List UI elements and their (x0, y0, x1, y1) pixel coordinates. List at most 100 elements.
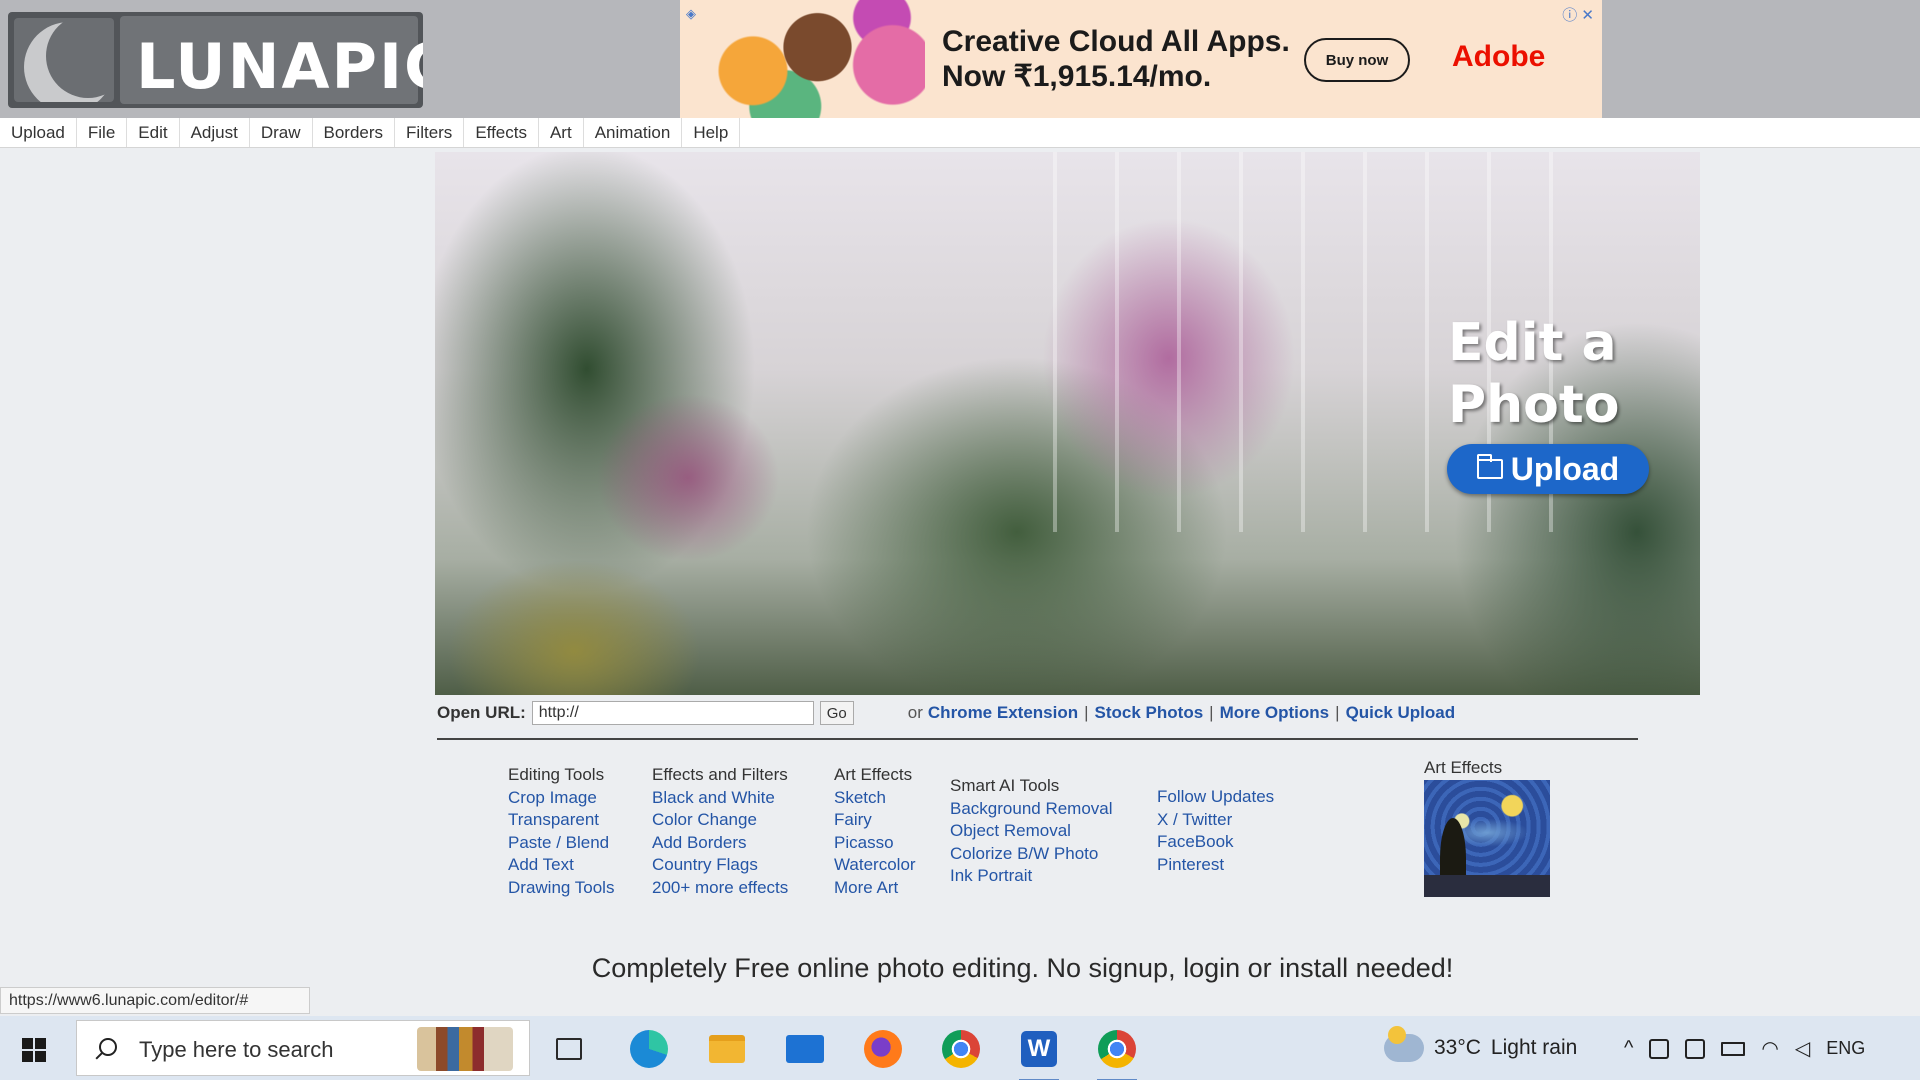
transparent-link[interactable]: Transparent (508, 809, 614, 832)
or-label: or (907, 703, 923, 722)
weather-widget[interactable]: 33°C Light rain (1384, 1026, 1578, 1062)
weather-description: Light rain (1490, 1036, 1578, 1059)
starry-night-thumbnail[interactable] (1424, 780, 1550, 897)
menu-draw[interactable]: Draw (250, 118, 313, 147)
meet-now-icon[interactable] (1649, 1038, 1670, 1059)
hero-image: Edit a Photo Upload (435, 152, 1700, 695)
search-highlight-image (417, 1027, 513, 1071)
volume-icon[interactable]: ◁ (1795, 1036, 1810, 1061)
taskbar-search-box[interactable]: Type here to search (76, 1020, 530, 1076)
color-change-link[interactable]: Color Change (652, 809, 788, 832)
ad-brand-logo: Adobe (1452, 40, 1546, 73)
mail-icon[interactable] (782, 1026, 828, 1072)
picasso-link[interactable]: Picasso (834, 832, 916, 855)
menu-help[interactable]: Help (682, 118, 741, 147)
open-url-label: Open URL: (437, 703, 526, 722)
menu-art[interactable]: Art (539, 118, 584, 147)
follow-updates-link[interactable]: Follow Updates (1157, 786, 1274, 809)
word-icon[interactable]: W (1016, 1026, 1062, 1080)
folder-icon (1476, 454, 1503, 479)
divider (437, 738, 1638, 740)
hero-title: Edit a Photo (1448, 313, 1620, 435)
top-header: LUNAPIC ◈ Creative Cloud All Apps. Now ₹… (0, 0, 1920, 118)
main-menu: Upload File Edit Adjust Draw Borders Fil… (0, 118, 1920, 148)
menu-edit[interactable]: Edit (127, 118, 180, 147)
art-effects-column: Art Effects Sketch Fairy Picasso Waterco… (834, 764, 916, 899)
logo-text: LUNAPIC (136, 30, 423, 103)
menu-borders[interactable]: Borders (313, 118, 396, 147)
advertisement-banner[interactable]: ◈ Creative Cloud All Apps. Now ₹1,915.14… (680, 0, 1602, 118)
editing-tools-column: Editing Tools Crop Image Transparent Pas… (508, 764, 614, 899)
background-removal-link[interactable]: Background Removal (950, 798, 1113, 821)
tagline: Completely Free online photo editing. No… (591, 953, 1454, 983)
smart-ai-tools-column: Smart AI Tools Background Removal Object… (950, 775, 1113, 888)
open-url-go-button[interactable]: Go (819, 701, 854, 725)
quick-upload-link[interactable]: Quick Upload (1346, 703, 1456, 723)
stock-photos-link[interactable]: Stock Photos (1095, 703, 1204, 723)
language-indicator[interactable]: ENG (1826, 1038, 1865, 1059)
ad-image (710, 0, 925, 118)
task-view-icon[interactable] (546, 1026, 592, 1072)
object-removal-link[interactable]: Object Removal (950, 820, 1113, 843)
chrome-extension-link[interactable]: Chrome Extension (928, 703, 1078, 723)
more-options-link[interactable]: More Options (1220, 703, 1330, 723)
black-and-white-link[interactable]: Black and White (652, 787, 788, 810)
country-flags-link[interactable]: Country Flags (652, 854, 788, 877)
hero-upload-label: Upload (1510, 450, 1620, 487)
status-bar-url: https://www6.lunapic.com/editor/# (0, 987, 310, 1014)
column-heading: Smart AI Tools (950, 776, 1060, 795)
column-heading: Art Effects (834, 765, 913, 784)
watercolor-link[interactable]: Watercolor (834, 854, 916, 877)
file-explorer-icon[interactable] (704, 1026, 750, 1072)
open-url-row: Open URL: Go or Chrome Extension | Stock… (437, 700, 1637, 726)
follow-updates-column: Follow Updates X / Twitter FaceBook Pint… (1157, 786, 1274, 876)
search-icon (99, 1038, 117, 1056)
windows-taskbar: Type here to search W 33°C Light rain ^ … (0, 1016, 1920, 1080)
chrome-icon[interactable] (938, 1026, 984, 1072)
firefox-icon[interactable] (860, 1026, 906, 1072)
menu-animation[interactable]: Animation (584, 118, 683, 147)
menu-effects[interactable]: Effects (464, 118, 539, 147)
ad-privacy-icon[interactable]: ◈ (686, 6, 696, 22)
add-text-link[interactable]: Add Text (508, 854, 614, 877)
effects-filters-column: Effects and Filters Black and White Colo… (652, 764, 788, 899)
add-borders-link[interactable]: Add Borders (652, 832, 788, 855)
display-icon[interactable] (1685, 1038, 1706, 1059)
battery-icon[interactable] (1721, 1041, 1746, 1056)
more-effects-link[interactable]: 200+ more effects (652, 877, 788, 900)
menu-file[interactable]: File (77, 118, 128, 147)
ad-headline: Creative Cloud All Apps. Now ₹1,915.14/m… (942, 25, 1290, 93)
hero-upload-button[interactable]: Upload (1447, 444, 1649, 494)
edge-icon[interactable] (626, 1026, 672, 1072)
lunapic-logo[interactable]: LUNAPIC (8, 12, 423, 108)
cloud-rain-icon (1384, 1026, 1424, 1062)
facebook-link[interactable]: FaceBook (1157, 831, 1274, 854)
wifi-icon[interactable]: ◠ (1761, 1036, 1778, 1061)
system-tray: ^ ◠ ◁ ENG (1624, 1036, 1865, 1061)
menu-upload[interactable]: Upload (0, 118, 77, 147)
search-placeholder: Type here to search (139, 1037, 334, 1062)
colorize-bw-link[interactable]: Colorize B/W Photo (950, 843, 1113, 866)
paste-blend-link[interactable]: Paste / Blend (508, 832, 614, 855)
windows-start-icon[interactable] (22, 1038, 46, 1062)
moon-icon (14, 18, 114, 102)
menu-adjust[interactable]: Adjust (180, 118, 250, 147)
open-url-input[interactable] (531, 701, 814, 725)
pinterest-link[interactable]: Pinterest (1157, 854, 1274, 877)
chevron-up-icon[interactable]: ^ (1624, 1037, 1633, 1060)
fairy-link[interactable]: Fairy (834, 809, 916, 832)
crop-image-link[interactable]: Crop Image (508, 787, 614, 810)
menu-filters[interactable]: Filters (395, 118, 465, 147)
ad-buy-now-button[interactable]: Buy now (1304, 38, 1410, 82)
more-art-link[interactable]: More Art (834, 877, 916, 900)
ink-portrait-link[interactable]: Ink Portrait (950, 865, 1113, 888)
sketch-link[interactable]: Sketch (834, 787, 916, 810)
art-effects-card-title: Art Effects (1424, 758, 1503, 777)
column-heading: Effects and Filters (652, 765, 788, 784)
drawing-tools-link[interactable]: Drawing Tools (508, 877, 614, 900)
column-heading: Editing Tools (508, 765, 605, 784)
twitter-link[interactable]: X / Twitter (1157, 809, 1274, 832)
chrome-profile-icon[interactable] (1094, 1026, 1140, 1080)
weather-temperature: 33°C (1434, 1036, 1481, 1059)
ad-close-icon[interactable]: ⓘ ✕ (1562, 4, 1594, 25)
